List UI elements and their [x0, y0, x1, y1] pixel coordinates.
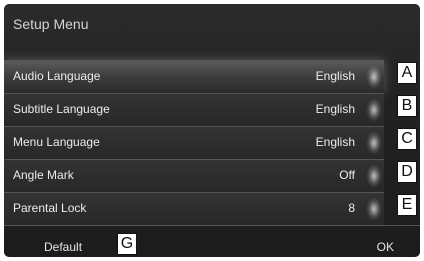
menu-item-angle-mark[interactable]: Angle Mark Off	[4, 159, 384, 192]
menu-item-value: English	[315, 135, 355, 149]
menu-item-value: 8	[348, 201, 355, 215]
menu-item-label: Subtitle Language	[13, 102, 110, 116]
row-edge-glow	[366, 65, 382, 89]
ok-button[interactable]: OK	[377, 240, 394, 254]
row-edge-glow	[366, 197, 382, 221]
menu-item-menu-language[interactable]: Menu Language English	[4, 126, 384, 159]
menu-item-value: Off	[339, 168, 355, 182]
menu-item-label: Angle Mark	[13, 168, 74, 182]
menu-item-value: English	[315, 102, 355, 116]
menu-item-parental-lock[interactable]: Parental Lock 8	[4, 192, 384, 225]
default-button[interactable]: Default	[44, 240, 82, 254]
menu-item-label: Parental Lock	[13, 201, 87, 215]
footer-divider	[4, 225, 420, 226]
menu-item-label: Audio Language	[13, 69, 101, 83]
menu-list: Audio Language English Subtitle Language…	[4, 60, 384, 225]
menu-item-label: Menu Language	[13, 135, 100, 149]
setup-menu-screen: Setup Menu Audio Language English Subtit…	[4, 4, 420, 257]
menu-item-audio-language[interactable]: Audio Language English	[4, 60, 384, 93]
callout-d: D	[397, 161, 417, 183]
callout-b: B	[397, 95, 417, 117]
row-edge-glow	[366, 131, 382, 155]
callout-c: C	[397, 128, 417, 150]
row-edge-glow	[366, 164, 382, 188]
menu-item-value: English	[315, 69, 355, 83]
callout-e: E	[397, 194, 417, 216]
callout-g: G	[117, 233, 137, 255]
menu-item-subtitle-language[interactable]: Subtitle Language English	[4, 93, 384, 126]
callout-a: A	[397, 62, 417, 84]
screen-title: Setup Menu	[13, 16, 89, 32]
row-edge-glow	[366, 98, 382, 122]
